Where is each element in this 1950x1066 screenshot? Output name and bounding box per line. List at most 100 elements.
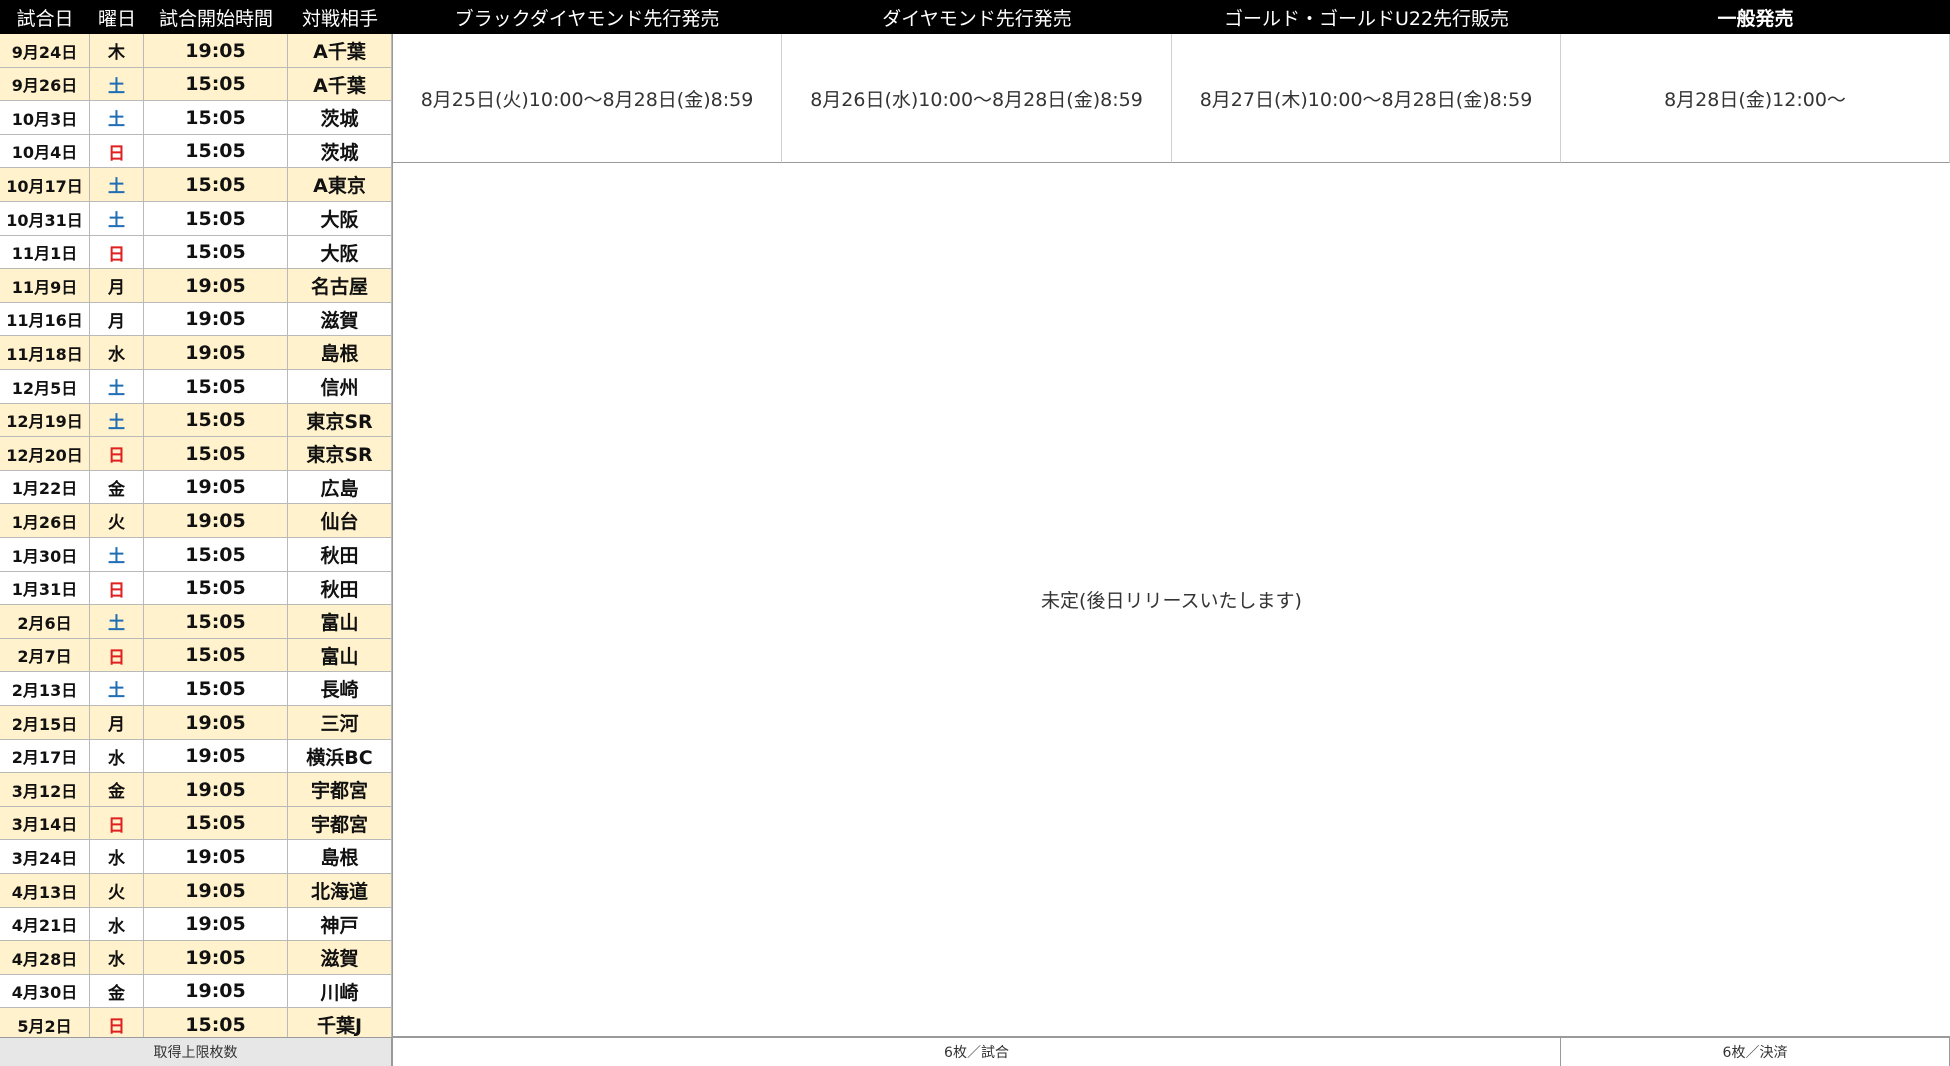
game-date: 3月24日 bbox=[0, 840, 90, 874]
gold-sale-period: 8月27日(木)10:00〜8月28日(金)8:59 bbox=[1172, 34, 1561, 163]
game-date: 11月18日 bbox=[0, 336, 90, 370]
game-opponent: 北海道 bbox=[288, 874, 392, 908]
game-opponent: 滋賀 bbox=[288, 303, 392, 336]
game-date: 10月3日 bbox=[0, 101, 90, 135]
game-date: 11月1日 bbox=[0, 236, 90, 269]
header-diamond-presale: ダイヤモンド先行発売 bbox=[782, 0, 1172, 34]
game-day-of-week: 日 bbox=[90, 236, 144, 269]
game-start-time: 15:05 bbox=[144, 168, 288, 202]
ticket-limit-per-payment: 6枚／決済 bbox=[1561, 1037, 1950, 1066]
game-opponent: 信州 bbox=[288, 370, 392, 404]
game-start-time: 15:05 bbox=[144, 572, 288, 605]
game-day-of-week: 日 bbox=[90, 437, 144, 471]
header-date: 試合日 bbox=[0, 0, 90, 34]
game-day-of-week: 火 bbox=[90, 874, 144, 908]
game-day-of-week: 日 bbox=[90, 572, 144, 605]
game-start-time: 15:05 bbox=[144, 437, 288, 471]
game-opponent: 大阪 bbox=[288, 236, 392, 269]
game-day-of-week: 月 bbox=[90, 269, 144, 303]
header-day-of-week: 曜日 bbox=[90, 0, 144, 34]
game-opponent: 横浜BC bbox=[288, 740, 392, 773]
game-date: 10月31日 bbox=[0, 202, 90, 236]
game-day-of-week: 水 bbox=[90, 941, 144, 975]
game-date: 12月20日 bbox=[0, 437, 90, 471]
game-opponent: 宇都宮 bbox=[288, 807, 392, 840]
game-date: 2月15日 bbox=[0, 706, 90, 740]
game-date: 2月17日 bbox=[0, 740, 90, 773]
game-day-of-week: 土 bbox=[90, 672, 144, 706]
game-start-time: 19:05 bbox=[144, 336, 288, 370]
game-opponent: 茨城 bbox=[288, 101, 392, 135]
header-gold-presale: ゴールド・ゴールドU22先行販売 bbox=[1172, 0, 1561, 34]
ticket-limit-per-game: 6枚／試合 bbox=[392, 1037, 1561, 1066]
game-opponent: 長崎 bbox=[288, 672, 392, 706]
game-date: 3月12日 bbox=[0, 773, 90, 807]
game-opponent: 富山 bbox=[288, 639, 392, 672]
game-date: 1月26日 bbox=[0, 504, 90, 538]
game-date: 4月30日 bbox=[0, 975, 90, 1008]
game-opponent: 東京SR bbox=[288, 437, 392, 471]
game-start-time: 15:05 bbox=[144, 135, 288, 168]
header-black-diamond-presale: ブラックダイヤモンド先行発売 bbox=[392, 0, 782, 34]
game-day-of-week: 金 bbox=[90, 975, 144, 1008]
game-opponent: 島根 bbox=[288, 840, 392, 874]
game-day-of-week: 木 bbox=[90, 34, 144, 68]
game-opponent: 秋田 bbox=[288, 538, 392, 572]
game-start-time: 15:05 bbox=[144, 639, 288, 672]
game-day-of-week: 月 bbox=[90, 706, 144, 740]
game-date: 4月21日 bbox=[0, 908, 90, 941]
game-start-time: 19:05 bbox=[144, 504, 288, 538]
game-date: 4月13日 bbox=[0, 874, 90, 908]
game-date: 10月17日 bbox=[0, 168, 90, 202]
game-date: 1月22日 bbox=[0, 471, 90, 504]
game-opponent: 宇都宮 bbox=[288, 773, 392, 807]
black-diamond-sale-period: 8月25日(火)10:00〜8月28日(金)8:59 bbox=[392, 34, 782, 163]
game-opponent: A千葉 bbox=[288, 68, 392, 101]
game-start-time: 15:05 bbox=[144, 202, 288, 236]
header-opponent: 対戦相手 bbox=[288, 0, 392, 34]
game-opponent: 秋田 bbox=[288, 572, 392, 605]
game-date: 1月30日 bbox=[0, 538, 90, 572]
game-date: 12月5日 bbox=[0, 370, 90, 404]
game-start-time: 19:05 bbox=[144, 471, 288, 504]
game-day-of-week: 土 bbox=[90, 202, 144, 236]
game-date: 10月4日 bbox=[0, 135, 90, 168]
game-day-of-week: 土 bbox=[90, 101, 144, 135]
game-day-of-week: 土 bbox=[90, 168, 144, 202]
game-date: 2月6日 bbox=[0, 605, 90, 639]
game-start-time: 19:05 bbox=[144, 975, 288, 1008]
game-day-of-week: 水 bbox=[90, 740, 144, 773]
game-start-time: 19:05 bbox=[144, 706, 288, 740]
game-day-of-week: 金 bbox=[90, 471, 144, 504]
game-start-time: 15:05 bbox=[144, 370, 288, 404]
game-opponent: 島根 bbox=[288, 336, 392, 370]
game-date: 2月7日 bbox=[0, 639, 90, 672]
game-date: 12月19日 bbox=[0, 404, 90, 437]
game-start-time: 19:05 bbox=[144, 874, 288, 908]
game-day-of-week: 日 bbox=[90, 639, 144, 672]
game-date: 2月13日 bbox=[0, 672, 90, 706]
game-day-of-week: 土 bbox=[90, 370, 144, 404]
game-day-of-week: 月 bbox=[90, 303, 144, 336]
header-start-time: 試合開始時間 bbox=[144, 0, 288, 34]
game-day-of-week: 土 bbox=[90, 538, 144, 572]
game-day-of-week: 水 bbox=[90, 336, 144, 370]
game-opponent: 富山 bbox=[288, 605, 392, 639]
game-start-time: 15:05 bbox=[144, 404, 288, 437]
game-day-of-week: 土 bbox=[90, 605, 144, 639]
game-start-time: 19:05 bbox=[144, 908, 288, 941]
game-start-time: 19:05 bbox=[144, 840, 288, 874]
game-date: 4月28日 bbox=[0, 941, 90, 975]
game-day-of-week: 火 bbox=[90, 504, 144, 538]
game-start-time: 15:05 bbox=[144, 101, 288, 135]
pending-release-note: 未定(後日リリースいたします) bbox=[392, 163, 1950, 1037]
game-opponent: 名古屋 bbox=[288, 269, 392, 303]
game-date: 1月31日 bbox=[0, 572, 90, 605]
game-start-time: 19:05 bbox=[144, 740, 288, 773]
game-opponent: 大阪 bbox=[288, 202, 392, 236]
game-start-time: 15:05 bbox=[144, 236, 288, 269]
game-opponent: 広島 bbox=[288, 471, 392, 504]
game-opponent: 三河 bbox=[288, 706, 392, 740]
game-day-of-week: 土 bbox=[90, 404, 144, 437]
ticket-limit-label: 取得上限枚数 bbox=[0, 1037, 392, 1066]
